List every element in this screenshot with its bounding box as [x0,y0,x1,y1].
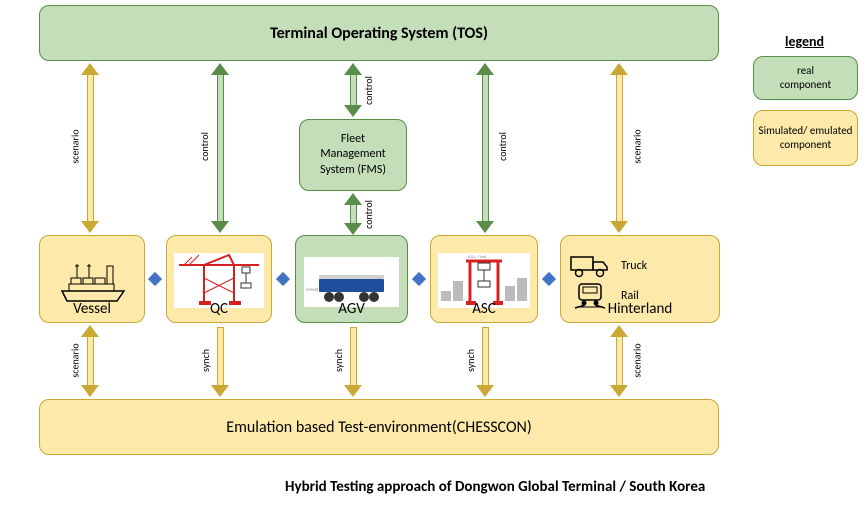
arrow-tos-asc [478,63,492,233]
arrow-chesscon-vessel-label: scenario [69,343,82,377]
connector-diamond [412,272,426,286]
agv-box: vessel AGV [295,235,408,323]
agv-label: AGV [296,300,407,318]
arrow-chesscon-agv [346,325,360,397]
arrow-tos-qc-label: control [198,132,211,161]
legend-title: legend [785,33,824,50]
arrow-tos-vessel-label: scenario [69,129,82,163]
asc-box: ASCs / Yard ASC [430,235,538,323]
arrow-fms-agv-label: control [362,200,375,229]
fms-box: Fleet Management System (FMS) [299,119,407,191]
asc-label: ASC [431,300,537,318]
truck-icon [569,253,611,279]
arrow-chesscon-qc-label: synch [199,349,212,372]
arrow-chesscon-hinterland-label: scenario [631,343,644,377]
connector-diamond [276,272,290,286]
vessel-icon [57,256,127,306]
tos-label: Terminal Operating System (TOS) [270,24,488,43]
hinterland-label: Hinterland [561,300,719,318]
arrow-tos-qc [213,63,227,233]
arrow-tos-hinterland [612,63,626,233]
arrow-tos-hinterland-label: scenario [631,129,644,163]
arrow-tos-fms-label: control [362,76,375,105]
vessel-label: Vessel [40,300,144,318]
chesscon-box: Emulation based Test-environment(CHESSCO… [39,399,719,455]
diagram-caption: Hybrid Testing approach of Dongwon Globa… [285,478,705,496]
qc-label: QC [167,300,271,318]
tos-box: Terminal Operating System (TOS) [39,5,719,61]
arrow-chesscon-asc [478,325,492,397]
arrow-tos-fms [346,63,360,117]
svg-text:vessel: vessel [306,287,318,293]
svg-text:ASCs / Yard: ASCs / Yard [468,255,486,260]
arrow-chesscon-asc-label: synch [464,349,477,372]
arrow-chesscon-agv-label: synch [332,349,345,372]
truck-label: Truck [621,259,647,273]
legend-sim: Simulated/ emulated component [753,110,858,166]
fms-label: Fleet Management System (FMS) [320,132,386,179]
arrow-chesscon-vessel [83,325,97,397]
arrow-fms-agv [346,193,360,235]
hinterland-box: Truck Rail Hinterland [560,235,720,323]
arrow-tos-vessel [83,63,97,233]
arrow-chesscon-hinterland [612,325,626,397]
arrow-chesscon-qc [213,325,227,397]
chesscon-label: Emulation based Test-environment(CHESSCO… [226,418,531,437]
connector-diamond [148,272,162,286]
arrow-tos-asc-label: control [496,132,509,161]
legend-real: real component [753,56,858,100]
connector-diamond [542,272,556,286]
vessel-box: Vessel [39,235,145,323]
qc-box: QC [166,235,272,323]
